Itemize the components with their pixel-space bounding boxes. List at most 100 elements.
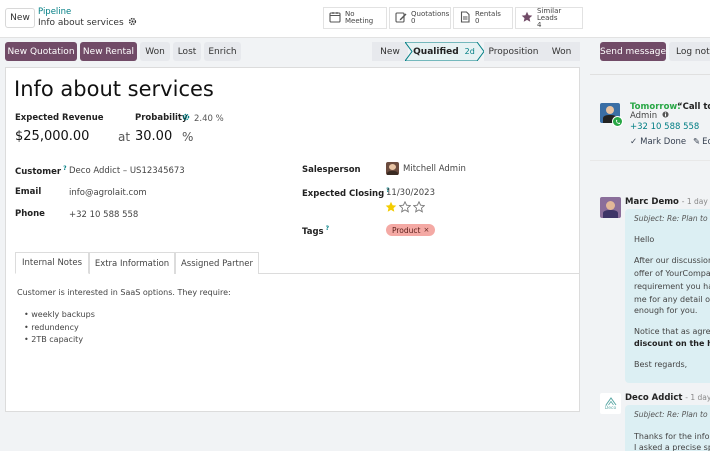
breadcrumb-current-title: Info about services <box>38 18 124 28</box>
email-field[interactable]: info@agrolait.com <box>69 188 147 198</box>
message-author[interactable]: Deco Addict <box>625 393 682 403</box>
stage-qualified[interactable]: Qualified 2d <box>412 42 476 61</box>
list-item-text: 2TB capacity <box>31 335 84 344</box>
customer-label: Customer? <box>15 165 67 177</box>
pencil-icon: ✎ <box>693 137 701 147</box>
gear-icon[interactable] <box>128 17 137 29</box>
smart-button-rentals-count: 0 <box>475 17 480 25</box>
won-button[interactable]: Won <box>140 42 170 61</box>
message-line: requirement you ha <box>634 282 710 291</box>
message-time: - 1 day ago <box>681 197 710 206</box>
expected-closing-label-text: Expected Closing <box>302 188 385 199</box>
message-line: I asked a precise spe <box>634 443 710 451</box>
activity-user: Admin <box>630 111 669 121</box>
lost-button[interactable]: Lost <box>173 42 201 61</box>
stage-new[interactable]: New <box>372 42 408 61</box>
stage-qualified-days: 2d <box>464 47 475 56</box>
smart-button-similar-leads-count: 4 <box>537 20 542 29</box>
ai-probability-value: 2.40 % <box>194 113 224 124</box>
breadcrumb-current: Info about services <box>38 17 137 29</box>
tab-extra-information[interactable]: Extra Information <box>89 252 175 274</box>
lead-title[interactable]: Info about services <box>14 77 214 101</box>
message-line: Notice that as agree <box>634 327 710 336</box>
activity-phone[interactable]: +32 10 588 558 <box>630 122 699 132</box>
tags-help-mark[interactable]: ? <box>326 225 329 232</box>
message-line: After our discussion <box>634 256 710 265</box>
new-record-button[interactable]: New <box>5 8 35 28</box>
tag-product[interactable]: Product × <box>386 224 436 236</box>
close-icon[interactable]: × <box>423 226 429 234</box>
percent-sign: % <box>182 130 194 144</box>
email-label: Email <box>15 187 42 197</box>
message-line: Best regards, <box>634 360 688 369</box>
avatar <box>600 197 621 218</box>
message-line: enough for you. <box>634 306 698 315</box>
smart-button-quotations-label: Quotations <box>411 10 450 18</box>
breadcrumb-pipeline-link[interactable]: Pipeline <box>38 7 71 17</box>
star-empty-icon[interactable] <box>412 200 426 216</box>
notes-intro: Customer is interested in SaaS options. … <box>17 288 231 297</box>
expected-closing-field[interactable]: 11/30/2023 <box>386 188 435 198</box>
probability-label: Probability <box>135 113 188 123</box>
mark-done-label: Mark Done <box>640 137 687 147</box>
customer-help-mark[interactable]: ? <box>63 165 66 172</box>
star-icon <box>521 11 533 25</box>
edit-activity-label: Ec <box>702 137 710 147</box>
edit-activity-button[interactable]: ✎ Ec <box>693 137 710 147</box>
star-filled-icon[interactable] <box>385 201 397 216</box>
list-item-text: redundency <box>31 322 79 332</box>
smart-button-quotations[interactable]: Quotations 0 <box>389 7 451 29</box>
log-note-button[interactable]: Log note <box>669 42 710 61</box>
list-item: • 2TB capacity <box>24 335 84 344</box>
message-header: Marc Demo - 1 day ago <box>625 197 710 207</box>
message-author[interactable]: Marc Demo <box>625 197 679 207</box>
new-rental-button[interactable]: New Rental <box>80 42 137 61</box>
message-time: - 1 day ago <box>685 393 710 402</box>
pencil-square-icon <box>395 11 407 25</box>
ai-probability[interactable]: 2.40 % <box>182 113 224 124</box>
smart-button-meeting-label: No Meeting <box>345 10 374 25</box>
customer-field[interactable]: Deco Addict – US12345673 <box>69 166 185 176</box>
activity-user-name: Admin <box>630 111 658 121</box>
salesperson-name: Mitchell Admin <box>403 163 466 174</box>
check-icon: ✓ <box>630 137 638 147</box>
new-quotation-button[interactable]: New Quotation <box>5 42 77 61</box>
send-message-button[interactable]: Send message <box>600 42 666 61</box>
tags-label: Tags? <box>302 225 329 237</box>
customer-label-text: Customer <box>15 166 62 177</box>
stage-qualified-label: Qualified <box>413 46 459 57</box>
star-empty-icon[interactable] <box>398 200 412 216</box>
avatar <box>386 162 399 175</box>
deco-logo-icon <box>605 396 616 405</box>
at-label: at <box>118 130 131 144</box>
smart-button-meeting[interactable]: No Meeting <box>323 7 387 29</box>
chatter-separator <box>590 160 710 161</box>
info-icon[interactable] <box>662 111 669 121</box>
smart-button-quotations-count: 0 <box>411 17 416 25</box>
phone-field[interactable]: +32 10 588 558 <box>69 210 138 220</box>
tab-internal-notes[interactable]: Internal Notes <box>15 252 89 274</box>
stage-proposition[interactable]: Proposition <box>484 42 543 61</box>
message-line: offer of YourCompa <box>634 269 710 278</box>
tag-label: Product <box>392 225 421 235</box>
mark-done-button[interactable]: ✓ Mark Done <box>630 137 686 147</box>
list-item: • weekly backups <box>24 310 95 319</box>
expected-closing-label: Expected Closing? <box>302 187 390 199</box>
smart-button-similar-leads[interactable]: Similar Leads 4 <box>515 7 583 29</box>
expected-revenue-label: Expected Revenue <box>15 113 104 123</box>
list-item-text: weekly backups <box>31 310 95 319</box>
enrich-button[interactable]: Enrich <box>204 42 241 61</box>
deco-logo-text: Deco <box>604 405 617 411</box>
gear-ai-icon <box>182 113 190 124</box>
tags-label-text: Tags <box>302 226 324 237</box>
notes-list: • weekly backups • redundency • 2TB capa… <box>24 309 95 347</box>
expected-revenue-value[interactable]: $25,000.00 <box>15 129 89 144</box>
salesperson-field[interactable]: Mitchell Admin <box>386 162 466 175</box>
stage-won[interactable]: Won <box>543 42 580 61</box>
smart-button-rentals[interactable]: Rentals 0 <box>453 7 513 29</box>
tab-assigned-partner[interactable]: Assigned Partner <box>175 252 259 274</box>
probability-input[interactable]: 30.00 <box>135 129 172 144</box>
priority-stars[interactable] <box>385 200 426 216</box>
message-subject: Subject: Re: Plan to b <box>634 410 710 419</box>
message-line-bold: discount on the har <box>634 339 710 348</box>
